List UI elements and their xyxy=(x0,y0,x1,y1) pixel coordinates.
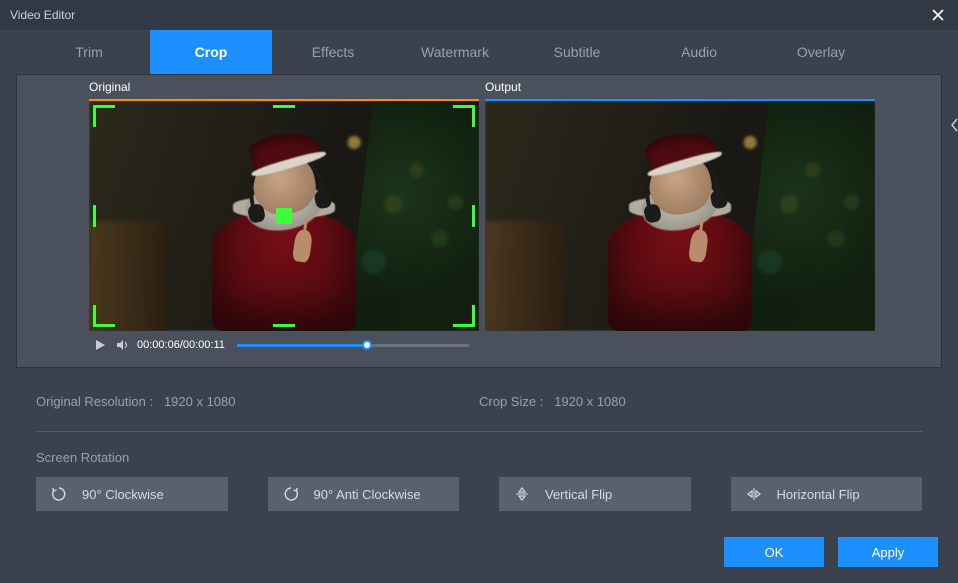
tab-audio[interactable]: Audio xyxy=(638,30,760,74)
original-frame[interactable] xyxy=(89,99,479,331)
tab-trim[interactable]: Trim xyxy=(28,30,150,74)
rotate-cw-button[interactable]: 90° Clockwise xyxy=(36,477,228,511)
tab-overlay[interactable]: Overlay xyxy=(760,30,882,74)
seek-fill xyxy=(237,344,367,347)
preview-output-label: Output xyxy=(485,75,875,99)
horizontal-flip-icon xyxy=(745,485,763,503)
rotate-ccw-button[interactable]: 90° Anti Clockwise xyxy=(268,477,460,511)
close-icon[interactable] xyxy=(928,5,948,25)
vertical-flip-label: Vertical Flip xyxy=(545,487,612,502)
tab-label: Effects xyxy=(312,44,355,60)
tab-label: Trim xyxy=(75,44,102,60)
tab-watermark[interactable]: Watermark xyxy=(394,30,516,74)
crop-size-label: Crop Size : xyxy=(479,394,543,409)
preview-original: Original xyxy=(89,75,479,359)
time-total: 00:00:11 xyxy=(183,339,225,351)
horizontal-flip-label: Horizontal Flip xyxy=(777,487,860,502)
tab-label: Subtitle xyxy=(554,44,601,60)
vertical-flip-button[interactable]: Vertical Flip xyxy=(499,477,691,511)
play-icon[interactable] xyxy=(93,338,107,352)
tab-label: Crop xyxy=(195,44,228,60)
horizontal-flip-button[interactable]: Horizontal Flip xyxy=(731,477,923,511)
titlebar: Video Editor xyxy=(0,0,958,30)
ok-button[interactable]: OK xyxy=(724,537,824,567)
rotate-cw-label: 90° Clockwise xyxy=(82,487,164,502)
screen-rotation-label: Screen Rotation xyxy=(36,450,942,465)
divider xyxy=(36,431,922,432)
vertical-flip-icon xyxy=(513,485,531,503)
preview-output: Output xyxy=(485,75,875,359)
preview-original-label: Original xyxy=(89,75,479,99)
original-res-label: Original Resolution : xyxy=(36,394,153,409)
tab-label: Audio xyxy=(681,44,717,60)
video-editor-window: Video Editor Trim Crop Effects Watermark… xyxy=(0,0,958,583)
volume-icon[interactable] xyxy=(115,338,129,352)
tab-subtitle[interactable]: Subtitle xyxy=(516,30,638,74)
apply-button[interactable]: Apply xyxy=(838,537,938,567)
seek-bar[interactable] xyxy=(237,344,469,347)
apply-label: Apply xyxy=(872,545,905,560)
rotation-buttons: 90° Clockwise 90° Anti Clockwise Vertica… xyxy=(16,477,942,511)
output-frame xyxy=(485,99,875,331)
window-title: Video Editor xyxy=(10,8,75,22)
tab-bar: Trim Crop Effects Watermark Subtitle Aud… xyxy=(0,30,958,74)
rotate-ccw-label: 90° Anti Clockwise xyxy=(314,487,421,502)
seek-thumb[interactable] xyxy=(362,340,372,350)
tab-label: Overlay xyxy=(797,44,845,60)
crop-size-value: 1920 x 1080 xyxy=(554,394,626,409)
tab-effects[interactable]: Effects xyxy=(272,30,394,74)
playbar: 00:00:06/00:00:11 xyxy=(89,331,479,359)
rotate-ccw-icon xyxy=(282,485,300,503)
info-row: Original Resolution : 1920 x 1080 Crop S… xyxy=(36,394,922,409)
time-current: 00:00:06 xyxy=(137,339,180,351)
rotate-cw-icon xyxy=(50,485,68,503)
footer-buttons: OK Apply xyxy=(724,537,938,567)
tab-crop[interactable]: Crop xyxy=(150,30,272,74)
time-display: 00:00:06/00:00:11 xyxy=(137,339,225,351)
tab-label: Watermark xyxy=(421,44,489,60)
side-collapse-handle[interactable] xyxy=(950,100,958,150)
ok-label: OK xyxy=(765,545,784,560)
original-res-value: 1920 x 1080 xyxy=(164,394,236,409)
preview-panel: Original xyxy=(16,74,942,368)
